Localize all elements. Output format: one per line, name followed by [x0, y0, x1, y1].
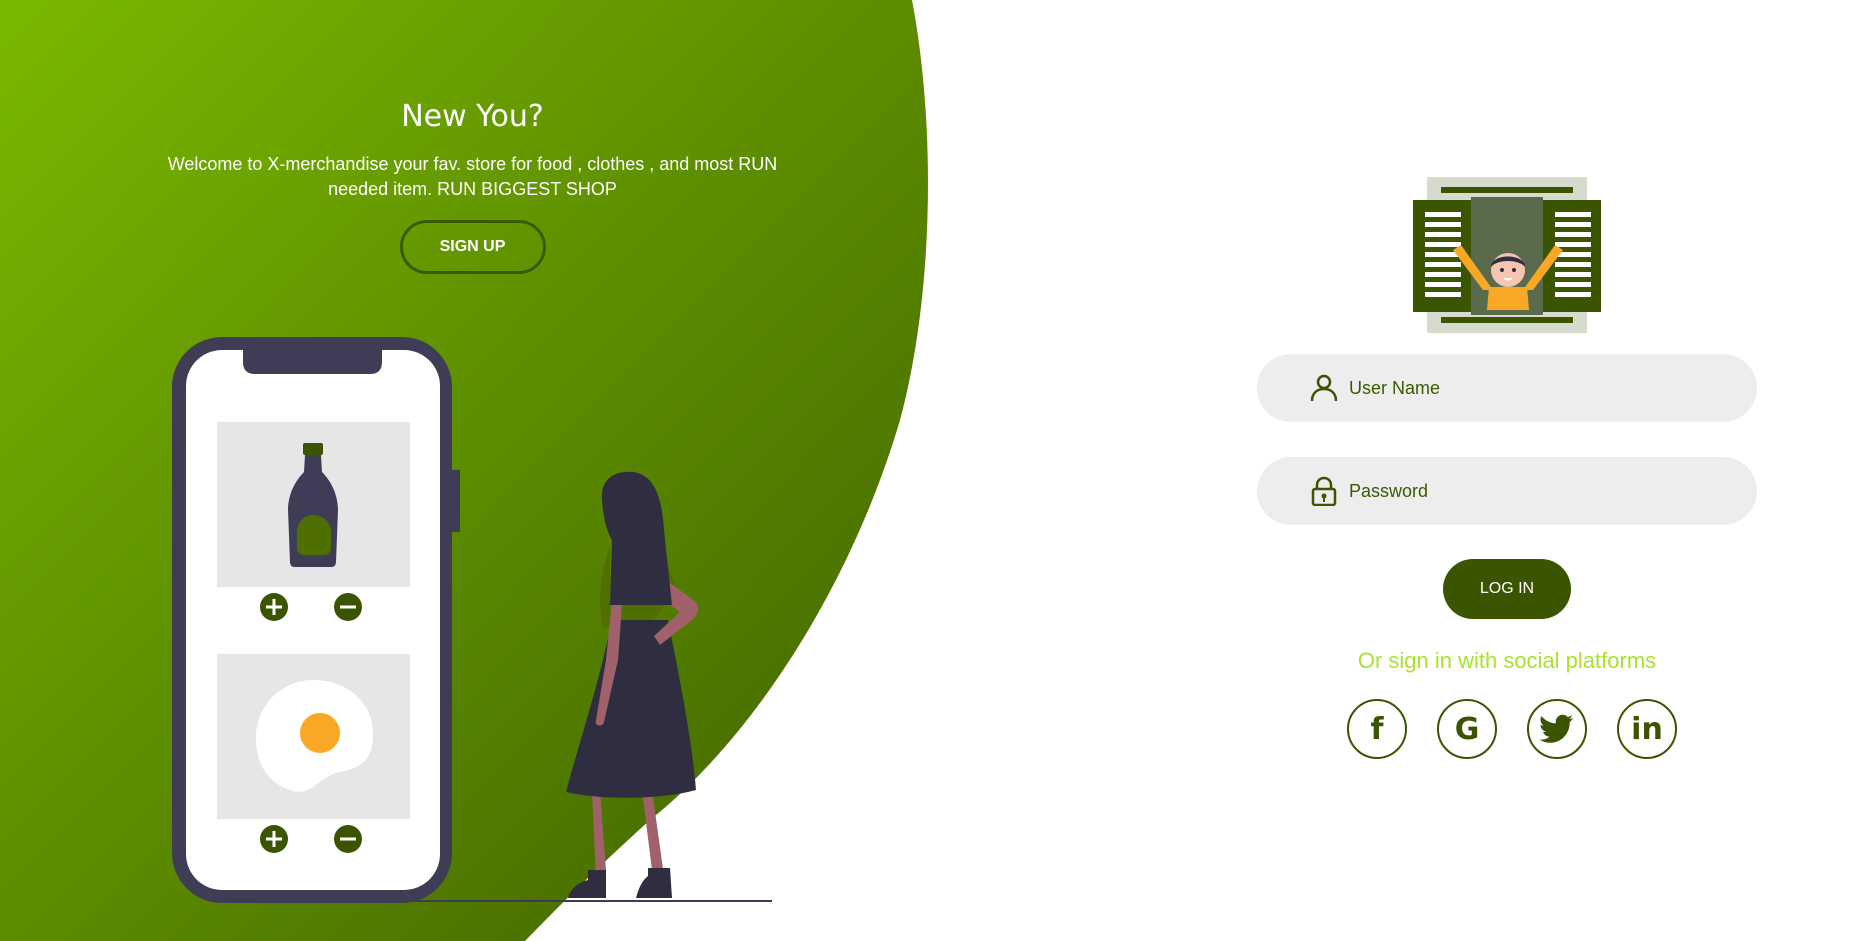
- linkedin-icon: in: [1631, 711, 1663, 747]
- plus-icon[interactable]: [260, 593, 288, 621]
- facebook-icon: f: [1370, 711, 1384, 747]
- social-signin-text: Or sign in with social platforms: [1357, 648, 1657, 673]
- plus-icon[interactable]: [260, 825, 288, 853]
- lock-icon: [1309, 476, 1339, 506]
- panel-description: Welcome to X-merchandise your fav. store…: [167, 154, 778, 199]
- twitter-button[interactable]: [1527, 699, 1587, 759]
- log-in-button[interactable]: LOG IN: [1443, 559, 1571, 619]
- left-panel: New You? Welcome to X-merchandise your f…: [150, 92, 795, 274]
- social-buttons: f G in: [1347, 699, 1677, 759]
- twitter-icon: [1540, 714, 1573, 743]
- username-input[interactable]: [1347, 376, 1731, 400]
- password-field[interactable]: [1257, 457, 1757, 525]
- linkedin-button[interactable]: in: [1617, 699, 1677, 759]
- sign-up-button[interactable]: SIGN UP: [399, 220, 546, 274]
- facebook-button[interactable]: f: [1347, 699, 1407, 759]
- user-icon: [1309, 373, 1339, 403]
- password-input[interactable]: [1347, 479, 1731, 503]
- window-person-illustration: [1413, 177, 1601, 333]
- login-form: LOG IN Or sign in with social platforms …: [1257, 0, 1757, 941]
- google-icon: G: [1454, 711, 1480, 747]
- panel-title: New You?: [401, 99, 544, 134]
- username-field[interactable]: [1257, 354, 1757, 422]
- google-button[interactable]: G: [1437, 699, 1497, 759]
- minus-icon[interactable]: [334, 825, 362, 853]
- minus-icon[interactable]: [334, 593, 362, 621]
